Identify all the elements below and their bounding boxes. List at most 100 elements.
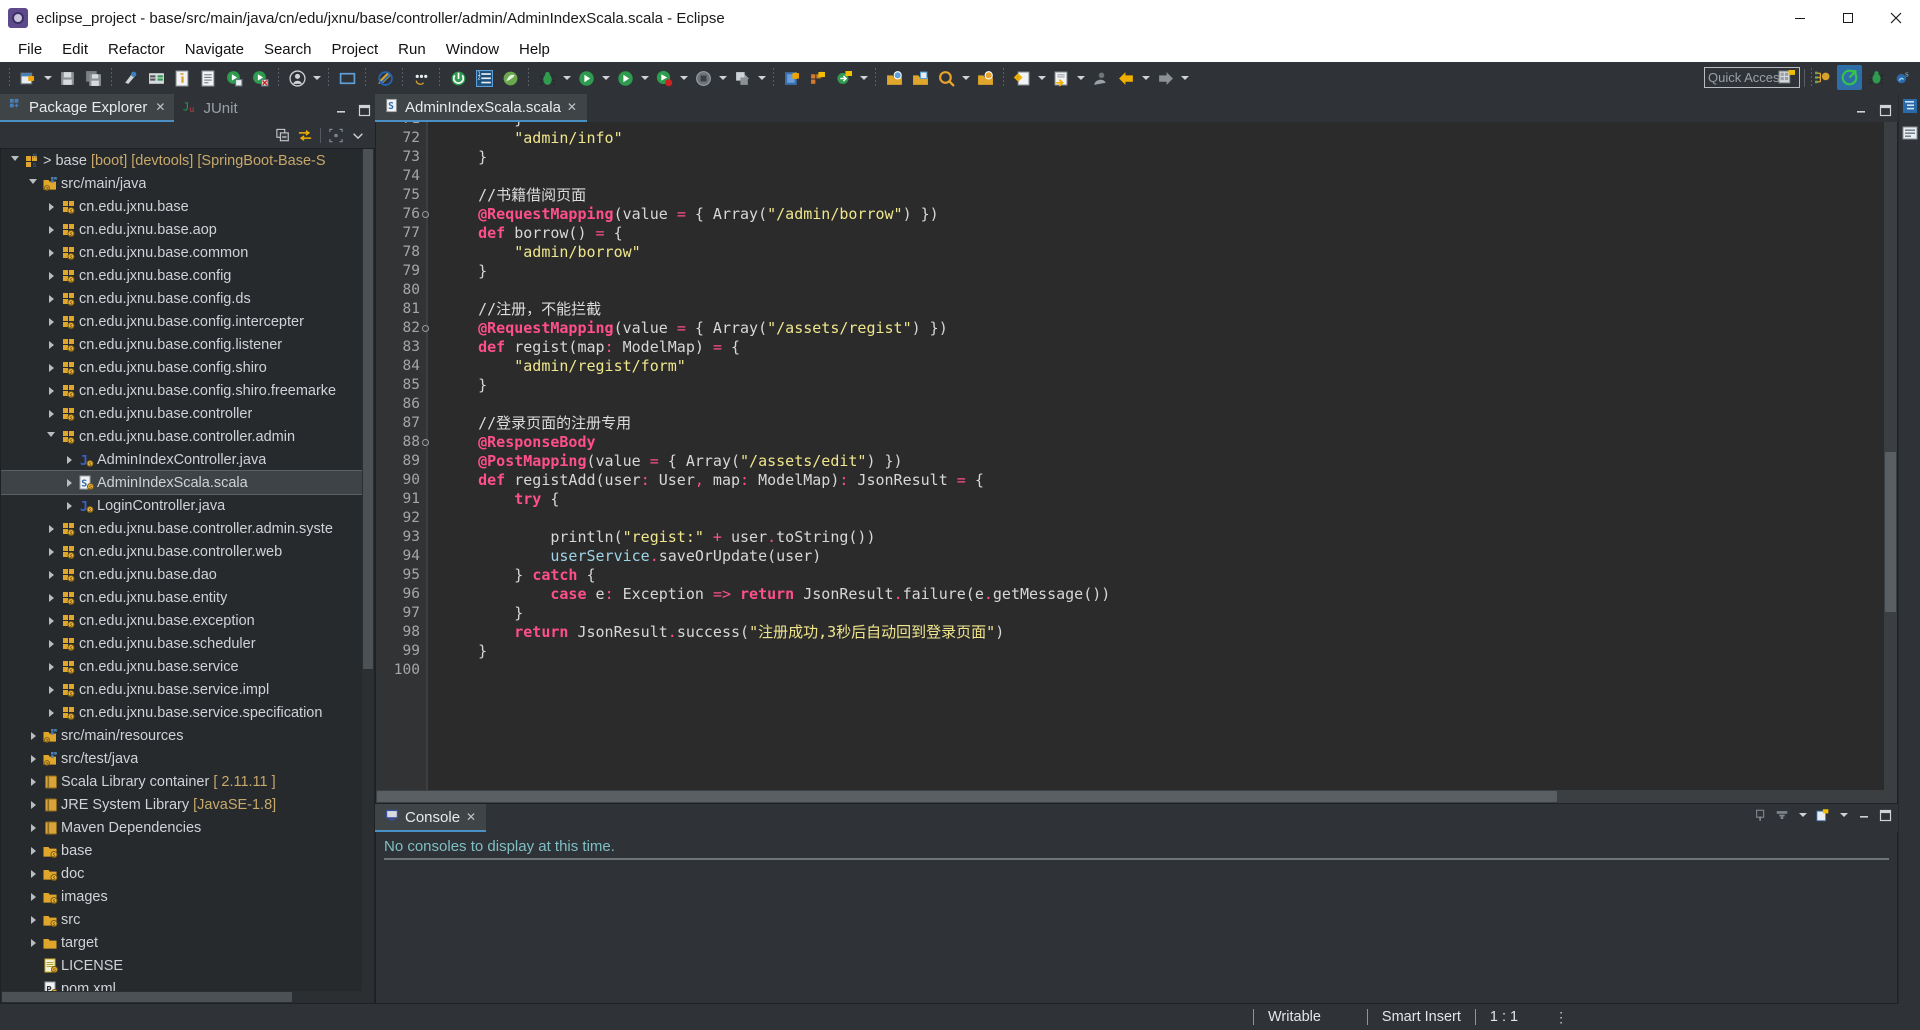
project-tree[interactable]: s M > base [boot] [devtools] [SpringBoot-B…	[0, 148, 375, 1004]
new-class-icon[interactable]	[831, 65, 857, 91]
tree-row[interactable]: s cn.edu.jxnu.base.service	[1, 655, 374, 678]
menu-run[interactable]: Run	[388, 39, 436, 60]
tree-row[interactable]: s cn.edu.jxnu.base.service.specification	[1, 701, 374, 724]
code-line[interactable]	[442, 167, 1897, 186]
code-line[interactable]: //注册，不能拦截	[442, 300, 1897, 319]
tree-row-selected[interactable]: Ss AdminIndexScala.scala	[1, 470, 374, 495]
chevron-right-icon[interactable]	[43, 609, 59, 632]
run-history-icon[interactable]	[612, 65, 638, 91]
chevron-right-icon[interactable]	[43, 195, 59, 218]
chevron-right-icon[interactable]	[25, 747, 41, 770]
code-line[interactable]: } catch {	[442, 566, 1897, 585]
focus-on-active-task-icon[interactable]	[329, 128, 343, 142]
run-green-icon[interactable]	[573, 65, 599, 91]
open-type-icon[interactable]	[881, 65, 907, 91]
code-line[interactable]: }	[442, 604, 1897, 623]
chevron-right-icon[interactable]	[43, 333, 59, 356]
task-list-icon[interactable]	[1902, 125, 1918, 146]
tree-row[interactable]: s cn.edu.jxnu.base.common	[1, 241, 374, 264]
code-line[interactable]	[442, 661, 1897, 680]
debug-bug-icon[interactable]	[534, 65, 560, 91]
new-wizard-caret-icon[interactable]	[41, 65, 54, 91]
chevron-right-icon[interactable]	[25, 839, 41, 862]
user-icon[interactable]	[284, 65, 310, 91]
chevron-right-icon[interactable]	[25, 770, 41, 793]
maximize-icon[interactable]	[1824, 0, 1872, 36]
new-package-icon[interactable]	[805, 65, 831, 91]
code-editor[interactable]: 7172 73 74 75 7677 78 79 80 81 8283 84 85 86 87 8889 90…	[375, 122, 1898, 804]
chevron-right-icon[interactable]	[61, 448, 77, 471]
code-line[interactable]: def registAdd(user: User, map: ModelMap)…	[442, 471, 1897, 490]
code-line[interactable]: }	[442, 642, 1897, 661]
code-line[interactable]: }	[442, 376, 1897, 395]
editor-horizontal-scrollbar[interactable]	[376, 790, 1897, 803]
open-task-icon[interactable]	[907, 65, 933, 91]
user-caret-icon[interactable]	[310, 65, 323, 91]
close-icon[interactable]	[1872, 0, 1920, 36]
pin-console-icon[interactable]	[1754, 808, 1768, 822]
chevron-right-icon[interactable]	[25, 885, 41, 908]
chevron-down-icon[interactable]	[7, 149, 23, 172]
chevron-right-icon[interactable]	[25, 931, 41, 954]
open-perspective-icon[interactable]	[1774, 65, 1799, 90]
new-java-project-icon[interactable]	[779, 65, 805, 91]
code-line[interactable]: try {	[442, 490, 1897, 509]
previous-annotation-icon[interactable]	[1009, 65, 1035, 91]
tree-row[interactable]: s cn.edu.jxnu.base.dao	[1, 563, 374, 586]
tree-row[interactable]: s src	[1, 908, 374, 931]
code-line[interactable]: "admin/regist/form"	[442, 357, 1897, 376]
chevron-right-icon[interactable]	[43, 310, 59, 333]
console-window-icon[interactable]	[334, 65, 360, 91]
chevron-right-icon[interactable]	[43, 356, 59, 379]
tree-row[interactable]: s cn.edu.jxnu.base.controller.admin	[1, 425, 374, 448]
run-history-caret-icon[interactable]	[638, 65, 651, 91]
tree-row[interactable]: s cn.edu.jxnu.base.config.ds	[1, 287, 374, 310]
debug-caret-icon[interactable]	[560, 65, 573, 91]
java-perspective-icon[interactable]: s	[1891, 65, 1916, 90]
code-line[interactable]	[442, 509, 1897, 528]
tree-row[interactable]: s doc	[1, 862, 374, 885]
next-annotation-icon[interactable]	[1048, 65, 1074, 91]
run-caret-icon[interactable]	[599, 65, 612, 91]
menu-edit[interactable]: Edit	[52, 39, 98, 60]
tree-row[interactable]: s base	[1, 839, 374, 862]
menu-file[interactable]: File	[8, 39, 52, 60]
chevron-right-icon[interactable]	[61, 494, 77, 517]
editor-vertical-scrollbar[interactable]	[1884, 122, 1897, 803]
forward-caret-icon[interactable]	[1178, 65, 1191, 91]
minimize-view-icon[interactable]	[334, 103, 348, 117]
code-line[interactable]	[442, 395, 1897, 414]
tree-row[interactable]: s src/main/java	[1, 172, 374, 195]
more-actions-icon[interactable]	[408, 65, 434, 91]
document-icon[interactable]	[195, 65, 221, 91]
tree-row[interactable]: Maven Dependencies	[1, 816, 374, 839]
code-line[interactable]: //登录页面的注册专用	[442, 414, 1897, 433]
numbered-list-icon[interactable]: 12	[471, 65, 497, 91]
code-line[interactable]: //书籍借阅页面	[442, 186, 1897, 205]
tree-row[interactable]: s cn.edu.jxnu.base.controller	[1, 402, 374, 425]
outline-view-icon[interactable]	[1902, 98, 1918, 119]
code-line[interactable]: }	[442, 262, 1897, 281]
stop-caret-icon[interactable]	[716, 65, 729, 91]
tree-row[interactable]: Scala Library container [ 2.11.11 ]	[1, 770, 374, 793]
tree-row[interactable]: s cn.edu.jxnu.base.config.intercepter	[1, 310, 374, 333]
debug-perspective-icon[interactable]	[1864, 65, 1889, 90]
code-line[interactable]: @RequestMapping(value = { Array("/assets…	[442, 319, 1897, 338]
menu-project[interactable]: Project	[321, 39, 388, 60]
chevron-right-icon[interactable]	[61, 471, 77, 494]
tree-row[interactable]: s cn.edu.jxnu.base	[1, 195, 374, 218]
chevron-right-icon[interactable]	[25, 862, 41, 885]
code-line[interactable]: "admin/info"	[442, 129, 1897, 148]
save-all-icon[interactable]	[80, 65, 106, 91]
tab-adminindexscala[interactable]: S AdminIndexScala.scala ✕	[375, 94, 587, 122]
tree-row[interactable]: s cn.edu.jxnu.base.controller.admin.syste	[1, 517, 374, 540]
close-icon[interactable]: ✕	[567, 100, 577, 114]
tree-row[interactable]: s images	[1, 885, 374, 908]
chevron-right-icon[interactable]	[25, 816, 41, 839]
tree-row[interactable]: s cn.edu.jxnu.base.service.impl	[1, 678, 374, 701]
tab-console[interactable]: Console ✕	[375, 804, 487, 832]
chevron-right-icon[interactable]	[43, 287, 59, 310]
tree-row[interactable]: s cn.edu.jxnu.base.scheduler	[1, 632, 374, 655]
tree-row[interactable]: Js AdminIndexController.java	[1, 448, 374, 471]
tree-row[interactable]: JRE System Library [JavaSE-1.8]	[1, 793, 374, 816]
